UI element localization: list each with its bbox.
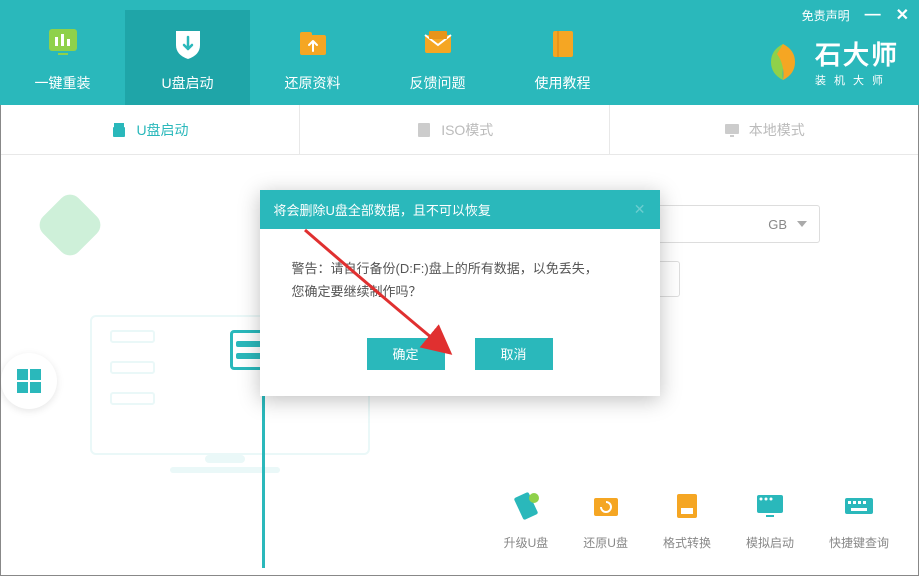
confirm-dialog: 将会删除U盘全部数据，且不可以恢复 ✕ 警告：请自行备份(D:F:)盘上的所有数… [260, 190, 660, 396]
dialog-title-bar: 将会删除U盘全部数据，且不可以恢复 ✕ [260, 190, 660, 229]
dialog-cancel-button[interactable]: 取消 [475, 338, 553, 370]
dialog-message: 警告：请自行备份(D:F:)盘上的所有数据，以免丢失， 您确定要继续制作吗？ [260, 229, 660, 320]
modal-overlay: 将会删除U盘全部数据，且不可以恢复 ✕ 警告：请自行备份(D:F:)盘上的所有数… [0, 0, 919, 576]
dialog-close-button[interactable]: ✕ [634, 201, 646, 218]
dialog-ok-button[interactable]: 确定 [367, 338, 445, 370]
